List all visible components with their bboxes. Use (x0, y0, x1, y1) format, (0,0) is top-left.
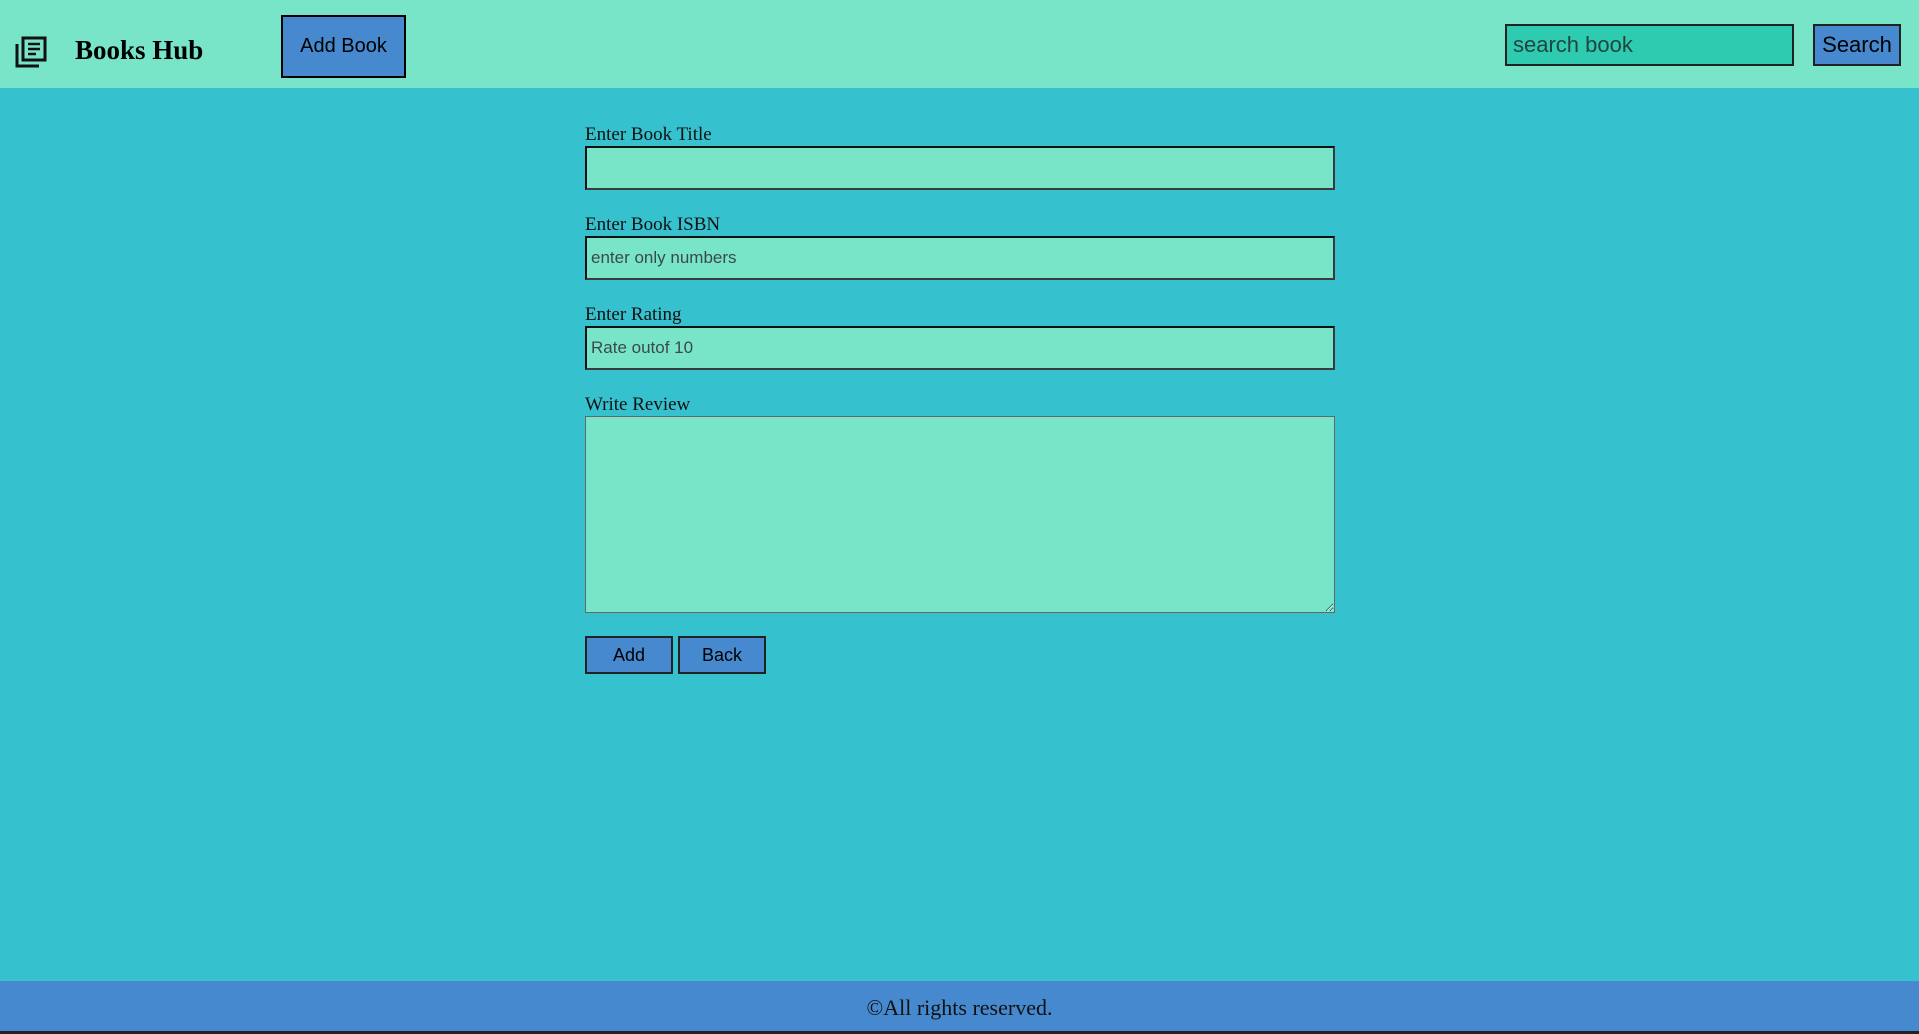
back-button[interactable]: Back (678, 636, 766, 674)
title-label: Enter Book Title (585, 124, 712, 145)
isbn-input[interactable] (585, 236, 1335, 280)
title-input[interactable] (585, 146, 1335, 190)
brand-title: Books Hub (75, 35, 204, 65)
review-textarea[interactable] (585, 416, 1335, 613)
navbar: Books Hub Add Book Search (0, 0, 1919, 88)
isbn-label: Enter Book ISBN (585, 214, 721, 235)
add-book-form: Enter Book Title Enter Book ISBN Enter R… (585, 124, 1335, 674)
footer: ©All rights reserved. (0, 981, 1919, 1034)
rating-label: Enter Rating (585, 304, 682, 325)
footer-text: ©All rights reserved. (866, 995, 1053, 1020)
add-button[interactable]: Add (585, 636, 673, 674)
rating-input[interactable] (585, 326, 1335, 370)
book-list-icon (14, 35, 48, 69)
search-input[interactable] (1505, 24, 1794, 66)
search-button[interactable]: Search (1813, 24, 1901, 66)
review-label: Write Review (585, 394, 691, 415)
add-book-button[interactable]: Add Book (281, 15, 406, 78)
form-actions: Add Back (585, 636, 1335, 674)
